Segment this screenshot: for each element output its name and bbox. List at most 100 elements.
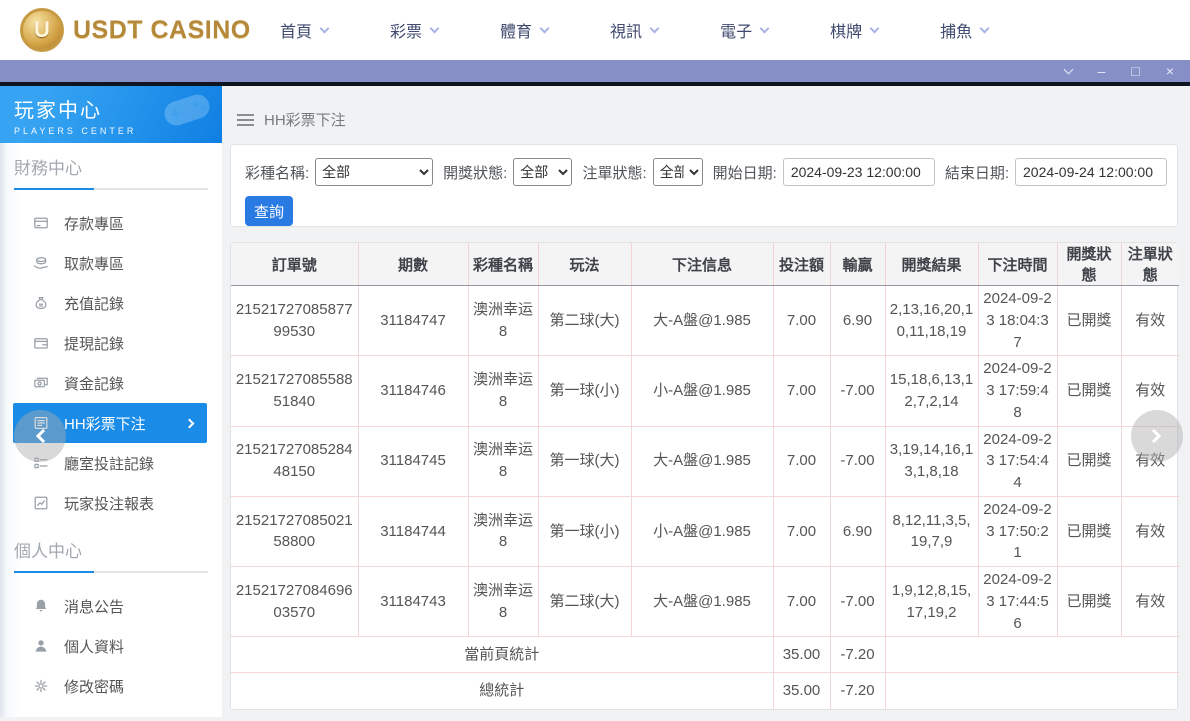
section-divider [14, 571, 208, 573]
sidebar-item[interactable]: 消息公告 [0, 586, 222, 626]
sidebar-item[interactable]: 玩家投注報表 [0, 483, 222, 523]
chevron-down-icon [650, 23, 660, 33]
cell-play: 第二球(大) [538, 286, 631, 356]
cell-bet_info: 大-A盤@1.985 [631, 567, 773, 637]
sidebar-item[interactable]: 個人資料 [0, 626, 222, 666]
withdraw-icon [33, 255, 49, 271]
logo[interactable]: U USDT CASINO [20, 8, 252, 52]
chevron-down-icon [980, 23, 990, 33]
summary-amount: 35.00 [773, 673, 830, 709]
cell-lottery: 澳洲幸运8 [468, 496, 538, 566]
cell-result: 15,18,6,13,12,7,2,14 [885, 356, 978, 426]
cell-amount: 7.00 [773, 496, 830, 566]
summary-win: -7.20 [830, 637, 885, 673]
app-window: U USDT CASINO 首頁 彩票 體育 視訊 電子 棋牌 捕魚 [0, 0, 1190, 721]
cell-period: 31184746 [358, 356, 468, 426]
sidebar-item[interactable]: 提現記錄 [0, 323, 222, 363]
end-date-input[interactable] [1015, 158, 1167, 186]
cell-period: 31184744 [358, 496, 468, 566]
cell-time: 2024-09-23 17:54:44 [978, 426, 1057, 496]
nav-item-lottery[interactable]: 彩票 [390, 18, 438, 42]
cell-play: 第二球(大) [538, 567, 631, 637]
nav-label: 捕魚 [940, 18, 972, 42]
sidebar-item[interactable]: 修改密碼 [0, 666, 222, 706]
cell-draw_status: 已開獎 [1057, 286, 1121, 356]
cell-lottery: 澳洲幸运8 [468, 286, 538, 356]
cell-bet_info: 大-A盤@1.985 [631, 286, 773, 356]
nav-item-home[interactable]: 首頁 [280, 18, 328, 42]
lottery-name-select[interactable]: 全部 [315, 158, 433, 186]
cell-result: 3,19,14,16,13,1,8,18 [885, 426, 978, 496]
close-icon[interactable]: × [1166, 64, 1174, 78]
sidebar-item-label: HH彩票下注 [64, 413, 146, 434]
cell-time: 2024-09-23 17:44:56 [978, 567, 1057, 637]
column-header: 開獎狀態 [1057, 243, 1121, 286]
user-icon [33, 638, 49, 654]
summary-row: 總統計 35.00 -7.20 [231, 673, 1179, 709]
sidebar-item[interactable]: 充值記錄 [0, 283, 222, 323]
hamburger-icon[interactable] [237, 114, 254, 126]
cell-play: 第一球(小) [538, 496, 631, 566]
draw-status-select[interactable]: 全部 [513, 158, 572, 186]
chevron-down-icon [430, 23, 440, 33]
column-header: 注單狀態 [1121, 243, 1179, 286]
cell-result: 8,12,11,3,5,19,7,9 [885, 496, 978, 566]
cell-result: 1,9,12,8,15,17,19,2 [885, 567, 978, 637]
cell-bet_info: 大-A盤@1.985 [631, 426, 773, 496]
cell-time: 2024-09-23 18:04:37 [978, 286, 1057, 356]
nav-item-cards[interactable]: 棋牌 [830, 18, 878, 42]
sidebar-section-title: 財務中心 [0, 143, 222, 188]
bell-icon [33, 598, 49, 614]
cell-amount: 7.00 [773, 286, 830, 356]
nav-item-sports[interactable]: 體育 [500, 18, 548, 42]
cell-win: 6.90 [830, 286, 885, 356]
maximize-icon[interactable]: □ [1131, 64, 1139, 78]
chevron-down-icon [540, 23, 550, 33]
cell-bet_info: 小-A盤@1.985 [631, 496, 773, 566]
cell-order: 2152172708528448150 [231, 426, 358, 496]
order-status-select[interactable]: 全部 [653, 158, 703, 186]
nav-item-video[interactable]: 視訊 [610, 18, 658, 42]
cell-amount: 7.00 [773, 356, 830, 426]
start-date-input[interactable] [783, 158, 935, 186]
cell-draw_status: 已開獎 [1057, 356, 1121, 426]
panel-expand-button[interactable] [1131, 410, 1183, 462]
nav-item-slots[interactable]: 電子 [720, 18, 768, 42]
summary-empty [885, 673, 1179, 709]
sidebar-item[interactable]: 資金記錄 [0, 363, 222, 403]
sidebar-item-label: 取款專區 [64, 253, 124, 274]
minimize-icon[interactable]: – [1098, 64, 1106, 78]
main-nav: 首頁 彩票 體育 視訊 電子 棋牌 捕魚 [280, 18, 988, 42]
summary-empty [885, 637, 1179, 673]
table-row: 215217270855885184031184746澳洲幸运8第一球(小)小-… [231, 356, 1179, 426]
table-row: 215217270846960357031184743澳洲幸运8第二球(大)大-… [231, 567, 1179, 637]
titlebar-chevron-down-icon[interactable] [1063, 65, 1073, 75]
sidebar-item[interactable]: 取款專區 [0, 243, 222, 283]
cell-play: 第一球(小) [538, 356, 631, 426]
nav-item-fishing[interactable]: 捕魚 [940, 18, 988, 42]
chevron-right-icon [185, 418, 195, 428]
chevron-down-icon [870, 23, 880, 33]
search-button[interactable]: 查詢 [245, 196, 293, 226]
cell-win: -7.00 [830, 426, 885, 496]
withdrawal-record-icon [33, 335, 49, 351]
cell-draw_status: 已開獎 [1057, 496, 1121, 566]
sidebar-item-label: 消息公告 [64, 596, 124, 617]
cell-order: 2152172708558851840 [231, 356, 358, 426]
nav-label: 彩票 [390, 18, 422, 42]
sidebar-collapse-button[interactable] [14, 410, 66, 462]
sidebar-item-label: 個人資料 [64, 636, 124, 657]
sidebar-item[interactable]: 存款專區 [0, 203, 222, 243]
cell-order: 2152172708587799530 [231, 286, 358, 356]
cell-win: 6.90 [830, 496, 885, 566]
column-header: 開獎結果 [885, 243, 978, 286]
cell-order_status: 有效 [1121, 286, 1179, 356]
cell-amount: 7.00 [773, 426, 830, 496]
report-icon [33, 495, 49, 511]
table-row: 215217270852844815031184745澳洲幸运8第一球(大)大-… [231, 426, 1179, 496]
bets-table-panel: 訂單號期數彩種名稱玩法下注信息投注額輸贏開獎結果下注時間開獎狀態注單狀態 215… [230, 242, 1178, 710]
summary-win: -7.20 [830, 673, 885, 709]
cell-play: 第一球(大) [538, 426, 631, 496]
cell-order_status: 有效 [1121, 496, 1179, 566]
cell-time: 2024-09-23 17:59:48 [978, 356, 1057, 426]
